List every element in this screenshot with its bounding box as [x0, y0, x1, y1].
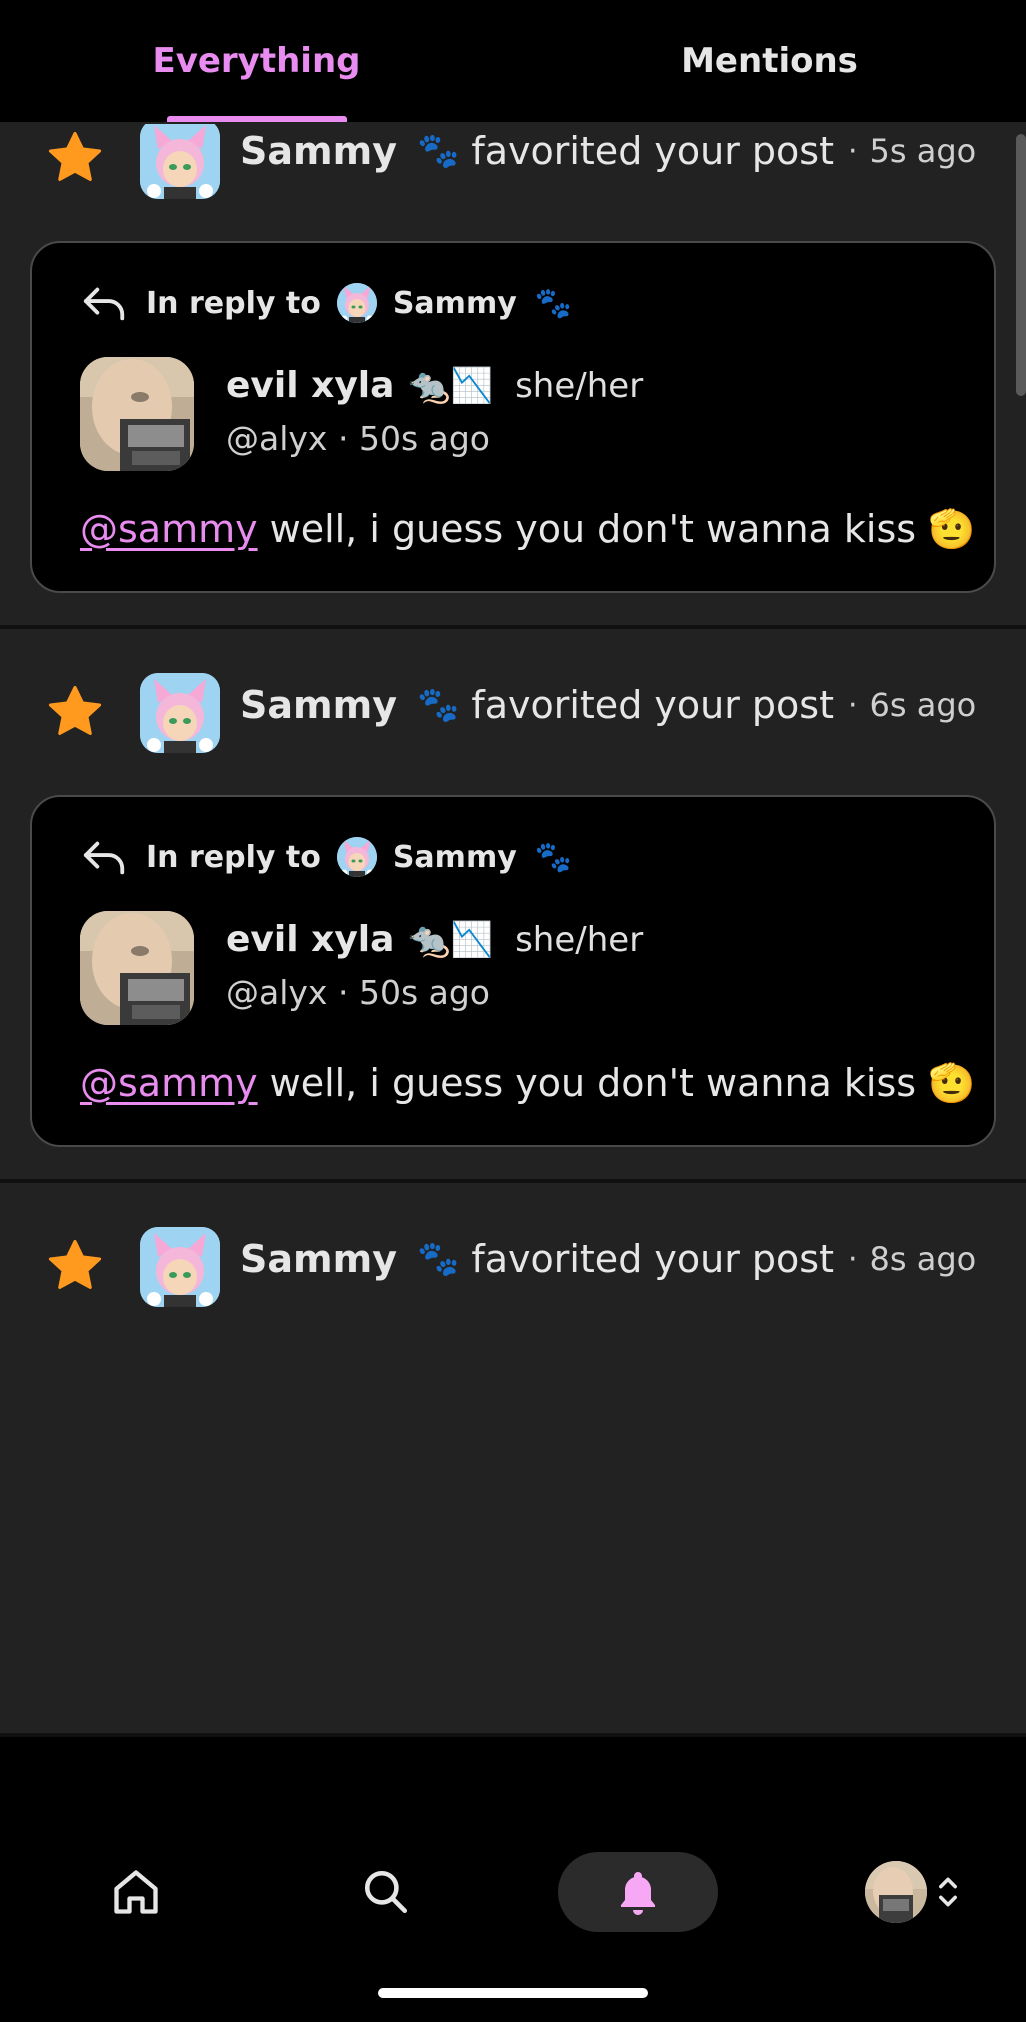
notification-text: Sammy 🐾 favorited your post · 6s ago	[240, 683, 976, 727]
in-reply-to-row[interactable]: In reply to Sammy 🐾	[82, 837, 572, 877]
paw-emoji: 🐾	[534, 839, 573, 875]
post-body: @sammy well, i guess you don't wanna kiss…	[80, 1061, 975, 1106]
notification-item[interactable]: Sammy 🐾 favorited your post · 6s ago In reply…	[0, 629, 1026, 1183]
paw-emoji: 🐾	[416, 685, 460, 725]
in-reply-to-label: In reply to	[146, 285, 321, 321]
notification-item[interactable]: Sammy 🐾 favorited your post · 5s ago In reply…	[0, 124, 1026, 629]
post-card[interactable]: In reply to Sammy 🐾 evil xyla 🐀📉 she/her @alyx…	[30, 241, 996, 593]
separator-dot: ·	[847, 687, 858, 723]
home-indicator-bar	[378, 1988, 648, 1998]
post-body: @sammy well, i guess you don't wanna kiss…	[80, 507, 975, 552]
tab-mentions-label: Mentions	[681, 41, 858, 81]
separator-dot: ·	[847, 133, 858, 169]
author-handle-line: @alyx · 50s ago	[226, 419, 490, 458]
notification-time: 5s ago	[869, 132, 977, 170]
tab-everything[interactable]: Everything	[0, 0, 513, 122]
in-reply-to-label: In reply to	[146, 839, 321, 875]
author-pronouns: she/her	[515, 365, 644, 406]
reply-user-name: Sammy	[392, 839, 517, 875]
nav-search-button[interactable]	[346, 1852, 426, 1932]
nav-profile-switcher[interactable]	[858, 1852, 968, 1932]
profile-avatar	[865, 1861, 927, 1923]
user-avatar[interactable]	[140, 673, 220, 753]
reply-user-name: Sammy	[392, 285, 517, 321]
star-icon	[44, 1235, 106, 1297]
bell-icon	[621, 1872, 655, 1915]
post-text: well, i guess you don't wanna kiss 🫡	[269, 507, 976, 551]
bottom-navigation	[0, 1812, 1026, 2022]
author-handle-line: @alyx · 50s ago	[226, 973, 490, 1012]
tab-everything-label: Everything	[152, 41, 361, 81]
post-time: 50s ago	[358, 973, 490, 1012]
author-name[interactable]: evil xyla	[226, 365, 394, 406]
author-emoji: 🐀📉	[408, 919, 494, 960]
paw-emoji: 🐾	[534, 285, 573, 321]
post-time: 50s ago	[358, 419, 490, 458]
mention-link[interactable]: @sammy	[80, 507, 258, 551]
author-line: evil xyla 🐀📉 she/her	[226, 365, 643, 406]
author-avatar[interactable]	[80, 911, 194, 1025]
notification-action: favorited your post	[471, 683, 834, 727]
nav-home-button[interactable]	[96, 1852, 176, 1932]
notification-user-name[interactable]: Sammy	[240, 683, 397, 727]
notification-action: favorited your post	[471, 129, 834, 173]
author-name[interactable]: evil xyla	[226, 919, 394, 960]
separator-dot: ·	[337, 419, 349, 458]
notification-text: Sammy 🐾 favorited your post · 8s ago	[240, 1237, 976, 1281]
author-line: evil xyla 🐀📉 she/her	[226, 919, 643, 960]
notification-time: 8s ago	[869, 1240, 977, 1278]
author-pronouns: she/her	[515, 919, 644, 960]
paw-emoji: 🐾	[416, 1239, 460, 1279]
user-avatar[interactable]	[140, 124, 220, 199]
notification-user-name[interactable]: Sammy	[240, 1237, 397, 1281]
author-handle: @alyx	[226, 419, 328, 458]
notification-feed: Sammy🐾favorited your post·3s agoIn reply…	[0, 124, 1026, 1812]
post-card[interactable]: In reply to Sammy 🐾 evil xyla 🐀📉 she/her @alyx…	[30, 795, 996, 1147]
feed-scrollbar[interactable]	[1016, 134, 1026, 396]
user-avatar[interactable]	[140, 1227, 220, 1307]
home-icon	[114, 1870, 158, 1914]
paw-emoji: 🐾	[416, 131, 460, 171]
notification-time: 6s ago	[869, 686, 977, 724]
chevron-updown-icon	[939, 1877, 957, 1907]
author-avatar[interactable]	[80, 357, 194, 471]
reply-user-avatar	[336, 283, 377, 323]
notification-text: Sammy 🐾 favorited your post · 5s ago	[240, 129, 976, 173]
in-reply-to-row[interactable]: In reply to Sammy 🐾	[82, 283, 572, 323]
star-icon	[44, 681, 106, 743]
active-tab-indicator	[166, 116, 347, 122]
notification-user-name[interactable]: Sammy	[240, 129, 397, 173]
separator-dot: ·	[337, 973, 349, 1012]
star-icon	[44, 127, 106, 189]
mention-link[interactable]: @sammy	[80, 1061, 258, 1105]
notification-item[interactable]: Sammy 🐾 favorited your post · 8s ago	[0, 1183, 1026, 1737]
reply-icon	[82, 283, 128, 323]
reply-user-avatar	[336, 837, 377, 877]
nav-notifications-button[interactable]	[558, 1852, 718, 1932]
notification-action: favorited your post	[471, 1237, 834, 1281]
author-emoji: 🐀📉	[408, 365, 494, 406]
search-icon	[364, 1870, 408, 1914]
separator-dot: ·	[847, 1241, 858, 1277]
notification-tabs: Everything Mentions	[0, 0, 1026, 124]
reply-icon	[82, 837, 128, 877]
post-text: well, i guess you don't wanna kiss 🫡	[269, 1061, 976, 1105]
author-handle: @alyx	[226, 973, 328, 1012]
tab-mentions[interactable]: Mentions	[513, 0, 1026, 122]
